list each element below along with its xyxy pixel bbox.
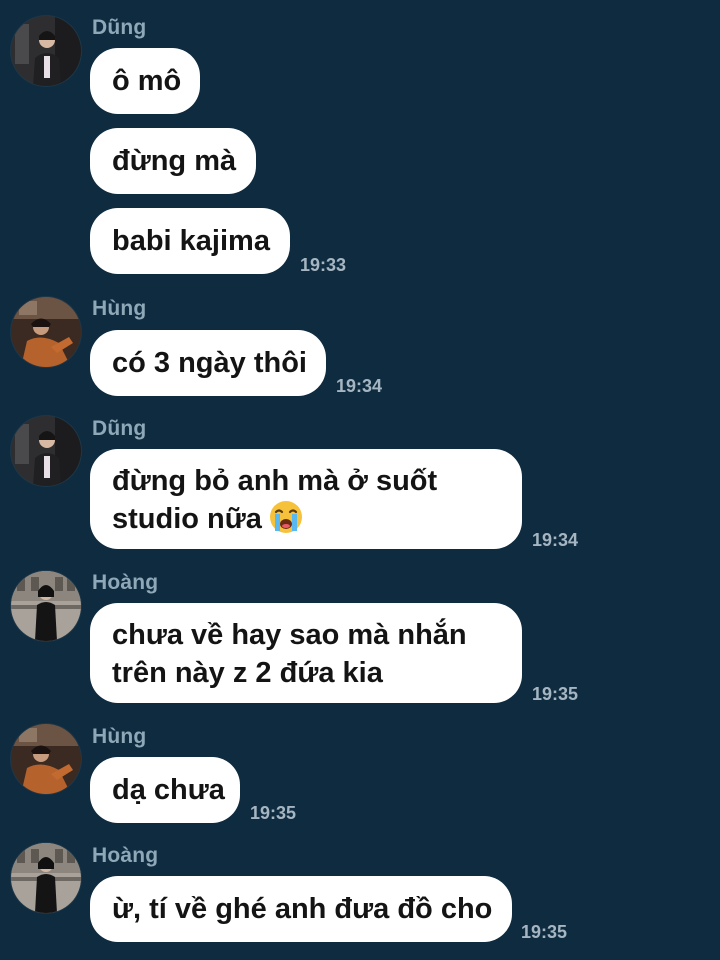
sender-name: Hùng xyxy=(92,725,147,748)
message-timestamp: 19:35 xyxy=(521,922,568,942)
message-text: ô mô xyxy=(112,65,182,97)
chat-thread: Dũng ô mô đừng mà babi kajima 19:33 Hùng… xyxy=(0,0,720,960)
message-timestamp: 19:33 xyxy=(300,255,347,275)
message-bubble[interactable]: babi kajima xyxy=(90,208,290,274)
avatar-hung[interactable] xyxy=(11,724,81,794)
message-bubble[interactable]: ô mô xyxy=(90,48,200,114)
avatar-hoang[interactable] xyxy=(11,843,81,913)
avatar-dung[interactable] xyxy=(11,416,81,486)
avatar-hung[interactable] xyxy=(11,297,81,367)
message-text: chưa về hay sao mà nhắn xyxy=(112,619,467,651)
message-text: đừng bỏ anh mà ở suốt xyxy=(112,465,438,497)
message-timestamp: 19:35 xyxy=(532,684,579,704)
sender-name: Hoàng xyxy=(92,844,159,867)
avatar-dung[interactable] xyxy=(11,16,81,86)
message-text: trên này z 2 đứa kia xyxy=(112,657,383,689)
sender-name: Hoàng xyxy=(92,571,159,594)
message-text: ừ, tí về ghé anh đưa đồ cho xyxy=(112,893,493,925)
message-bubble[interactable]: có 3 ngày thôi xyxy=(90,330,326,396)
message-text: có 3 ngày thôi xyxy=(112,347,307,379)
message-bubble[interactable]: đừng mà xyxy=(90,128,256,194)
message-text: dạ chưa xyxy=(112,774,225,806)
sender-name: Hùng xyxy=(92,297,147,320)
message-timestamp: 19:34 xyxy=(532,530,579,550)
message-timestamp: 19:35 xyxy=(250,803,297,823)
message-bubble[interactable]: chưa về hay sao mà nhắn trên này z 2 đứa… xyxy=(90,603,522,703)
loudly-crying-face-emoji xyxy=(269,501,302,534)
message-bubble[interactable]: dạ chưa xyxy=(90,757,240,823)
sender-name: Dũng xyxy=(92,16,147,39)
message-bubble[interactable]: đừng bỏ anh mà ở suốt studio nữa xyxy=(90,449,522,549)
message-text: đừng mà xyxy=(112,145,237,177)
message-bubble[interactable]: ừ, tí về ghé anh đưa đồ cho xyxy=(90,876,512,942)
message-timestamp: 19:34 xyxy=(336,376,383,396)
message-text: babi kajima xyxy=(112,225,270,257)
sender-name: Dũng xyxy=(92,417,147,440)
avatar-hoang[interactable] xyxy=(11,571,81,641)
message-text: studio nữa xyxy=(112,503,262,535)
